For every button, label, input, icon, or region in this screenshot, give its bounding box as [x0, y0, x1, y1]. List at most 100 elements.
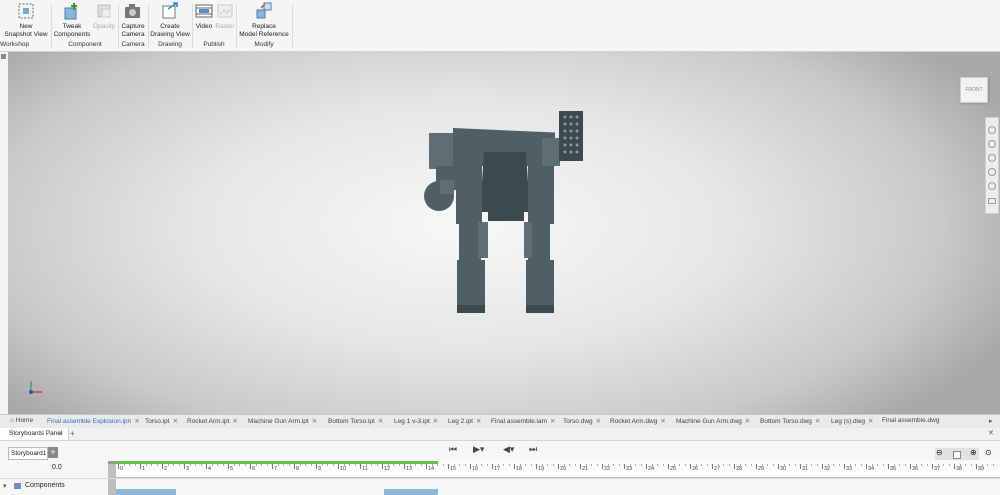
- ruler-tick: [228, 464, 229, 469]
- current-time-value[interactable]: 0.0: [52, 464, 62, 471]
- playhead[interactable]: [108, 461, 116, 477]
- tab-close-icon[interactable]: ✕: [232, 418, 237, 425]
- play-reverse-icon[interactable]: ◀▾: [503, 444, 514, 455]
- full-navigation-wheel-icon[interactable]: [988, 126, 996, 134]
- ruler-minor-tick: [420, 464, 422, 466]
- ruler-tick: [448, 464, 449, 469]
- document-tab[interactable]: Machine Gun Arm.dwg ✕: [676, 417, 750, 425]
- left-knee-plate: [478, 222, 488, 258]
- new-snapshot-view-button[interactable]: New Snapshot View: [4, 0, 48, 39]
- tabs-overflow-icon[interactable]: ▸: [989, 417, 993, 425]
- raster-icon: [215, 1, 235, 21]
- ruler-tick-label: 28: [736, 466, 743, 472]
- document-tab[interactable]: Leg 2.ipt ✕: [448, 417, 481, 425]
- panel-close-icon[interactable]: ✕: [988, 429, 994, 437]
- ruler-minor-tick: [239, 464, 240, 466]
- view-cube[interactable]: FRONT: [960, 77, 988, 103]
- tab-close-icon[interactable]: ✕: [868, 418, 873, 425]
- timeline-action-bar[interactable]: [116, 489, 176, 495]
- timeline-action-bar[interactable]: [384, 489, 438, 495]
- document-tab[interactable]: Torso.ipt ✕: [145, 417, 178, 425]
- ruler-minor-tick: [948, 464, 950, 466]
- tab-close-icon[interactable]: ✕: [134, 418, 139, 425]
- ruler-tick: [470, 464, 471, 469]
- zoom-in-icon[interactable]: ⊕: [970, 448, 977, 457]
- tab-close-icon[interactable]: ✕: [596, 418, 601, 425]
- ruler-minor-tick: [222, 464, 224, 466]
- ruler-tick-label: 26: [692, 466, 699, 472]
- document-tab[interactable]: Rocket Arm.ipt ✕: [187, 417, 238, 425]
- tab-close-icon[interactable]: ✕: [476, 418, 481, 425]
- document-tabs-bar: ⌂ Home Final assemble Explosion.ipn ✕ Tors…: [0, 414, 1000, 429]
- tab-home[interactable]: ⌂ Home: [10, 417, 33, 424]
- close-icon[interactable]: ✕: [58, 430, 63, 438]
- document-tab[interactable]: Final assemble Explosion.ipn ✕: [47, 417, 140, 425]
- ruler-minor-tick: [332, 464, 334, 466]
- opacity-button[interactable]: Opacity: [91, 0, 117, 31]
- graphics-viewport[interactable]: [8, 52, 1000, 414]
- ruler-minor-tick: [129, 464, 130, 466]
- ruler-minor-tick: [327, 464, 328, 466]
- ruler-minor-tick: [178, 464, 180, 466]
- ruler-minor-tick: [860, 464, 862, 466]
- storyboard-tab[interactable]: Storyboard1: [8, 447, 48, 460]
- document-tab[interactable]: Final assemble.dwg: [882, 417, 939, 424]
- navbar-menu-icon[interactable]: [988, 198, 996, 204]
- new-storyboard-button[interactable]: +: [48, 447, 58, 458]
- tab-close-icon[interactable]: ✕: [312, 418, 317, 425]
- tab-storyboards-panel[interactable]: Storyboards Panel ✕: [0, 428, 69, 440]
- zoom-icon[interactable]: [988, 154, 996, 162]
- rocket-launcher: [559, 111, 583, 161]
- robot-model[interactable]: [8, 52, 1000, 414]
- document-tab[interactable]: Leg 1 v-3.ipt ✕: [394, 417, 438, 425]
- raster-button[interactable]: Raster: [215, 0, 235, 31]
- tab-close-icon[interactable]: ✕: [815, 418, 820, 425]
- look-at-icon[interactable]: [988, 182, 996, 190]
- zoom-slider-thumb[interactable]: [953, 451, 961, 459]
- ruler-minor-tick: [706, 464, 708, 466]
- create-drawing-view-button[interactable]: Create Drawing View: [149, 0, 191, 39]
- zoom-out-icon[interactable]: ⊖: [936, 448, 943, 457]
- ruler-tick-label: 18: [516, 466, 523, 472]
- play-forward-icon[interactable]: ▶▾: [473, 444, 484, 455]
- right-hip: [528, 188, 554, 224]
- tab-close-icon[interactable]: ✕: [550, 418, 555, 425]
- tab-close-icon[interactable]: ✕: [378, 418, 383, 425]
- ruler-minor-tick: [805, 464, 807, 466]
- document-tab[interactable]: Torso.dwg ✕: [563, 417, 601, 425]
- document-tab[interactable]: Bottom Torso.ipt ✕: [328, 417, 383, 425]
- orbit-icon[interactable]: [988, 168, 996, 176]
- ruler-minor-tick: [288, 464, 290, 466]
- tab-close-icon[interactable]: ✕: [433, 418, 438, 425]
- tweak-components-button[interactable]: Tweak Components: [53, 0, 91, 39]
- ruler-minor-tick: [376, 464, 378, 466]
- capture-camera-button[interactable]: Capture Camera: [119, 0, 147, 39]
- document-tab[interactable]: Leg (s).dwg ✕: [831, 417, 873, 425]
- ruler-minor-tick: [855, 464, 856, 466]
- collapse-chevron-icon[interactable]: ▾: [3, 482, 7, 490]
- zoom-fit-icon[interactable]: ⊙: [985, 448, 992, 457]
- ruler-tick-label: 33: [846, 466, 853, 472]
- tab-close-icon[interactable]: ✕: [745, 418, 750, 425]
- tab-close-icon[interactable]: ✕: [173, 418, 178, 425]
- pan-icon[interactable]: [988, 140, 996, 148]
- ruler-minor-tick: [244, 464, 246, 466]
- add-tab-icon[interactable]: +: [70, 429, 75, 438]
- document-tab[interactable]: Rocket Arm.dwg ✕: [610, 417, 666, 425]
- document-tab[interactable]: Final assemble.iam ✕: [491, 417, 555, 425]
- video-button[interactable]: Video: [193, 0, 215, 31]
- ruler-minor-tick: [277, 464, 279, 466]
- go-to-end-icon[interactable]: ⏭: [529, 444, 537, 455]
- ruler-minor-tick: [838, 464, 840, 466]
- navigation-bar[interactable]: [985, 117, 999, 214]
- ruler-tick-label: 36: [912, 466, 919, 472]
- document-tab[interactable]: Bottom Torso.dwg ✕: [760, 417, 820, 425]
- pin-icon[interactable]: [1, 54, 6, 59]
- tab-close-icon[interactable]: ✕: [660, 418, 665, 425]
- document-tab[interactable]: Machine Gun Arm.ipt ✕: [248, 417, 317, 425]
- timeline-ruler[interactable]: 0 1 2 3 4 5 6 7 8 9 10 11 12 13 14 15 16 17 18 19 20 21 22 23 24…: [108, 461, 1000, 478]
- replace-model-reference-button[interactable]: Replace Model Reference: [238, 0, 290, 39]
- go-to-start-icon[interactable]: ⏮: [449, 444, 457, 455]
- document-tab-label: Rocket Arm.ipt: [187, 418, 230, 425]
- ruler-minor-tick: [585, 464, 587, 466]
